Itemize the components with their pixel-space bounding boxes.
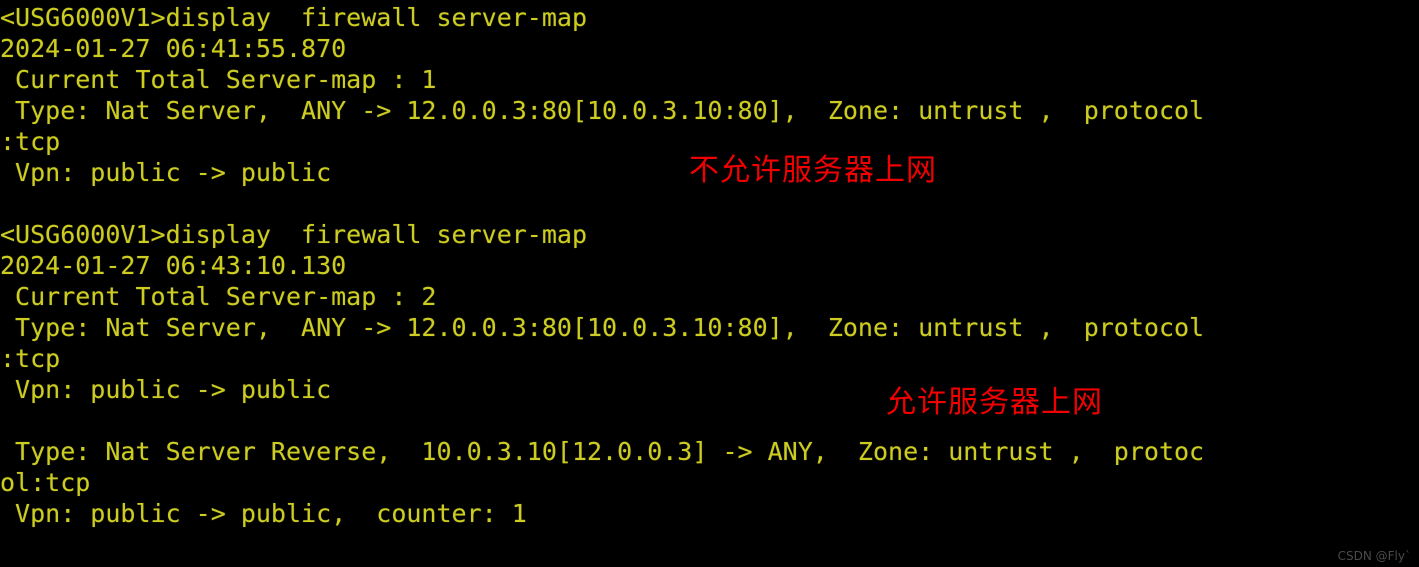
watermark: CSDN @Fly` [1337,549,1411,563]
console-line: 2024-01-27 06:41:55.870 [0,34,347,63]
console-line: Current Total Server-map : 1 [0,65,437,94]
annotation-deny-server-internet: 不允许服务器上网 [689,153,937,188]
console-line: :tcp [0,344,61,373]
console-line: <USG6000V1>display firewall server-map [0,3,587,32]
console-line: Type: Nat Server, ANY -> 12.0.0.3:80[10.… [0,96,1205,125]
console-line: ol:tcp [0,468,91,497]
console-line: Vpn: public -> public [0,375,332,404]
console-line: Current Total Server-map : 2 [0,282,437,311]
console-line: 2024-01-27 06:43:10.130 [0,251,347,280]
console-line: Type: Nat Server, ANY -> 12.0.0.3:80[10.… [0,313,1205,342]
annotation-allow-server-internet: 允许服务器上网 [886,385,1103,420]
console-output: <USG6000V1>display firewall server-map 20… [0,0,1419,529]
console-line: Type: Nat Server Reverse, 10.0.3.10[12.0… [0,437,1205,466]
console-line: Vpn: public -> public, counter: 1 [0,499,527,528]
console-line: <USG6000V1>display firewall server-map [0,220,587,249]
terminal-window: <USG6000V1>display firewall server-map 20… [0,0,1419,567]
